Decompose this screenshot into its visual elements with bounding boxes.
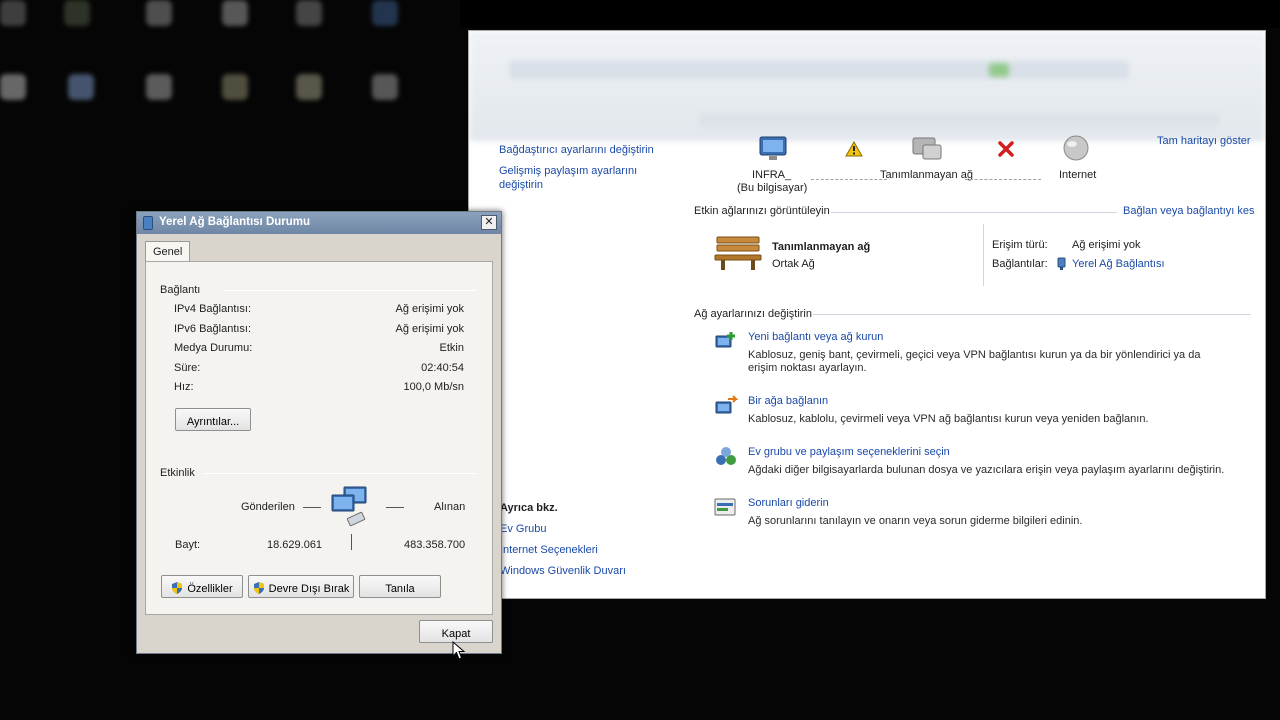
new-connection-link[interactable]: Yeni bağlantı veya ağ kurun (748, 331, 883, 343)
troubleshoot-link[interactable]: Sorunları giderin (748, 497, 829, 509)
ipv6-label: IPv6 Bağlantısı: (174, 323, 252, 335)
desktop-icon (0, 0, 26, 26)
ipv4-value: Ağ erişimi yok (395, 303, 464, 315)
desktop-icon (146, 0, 172, 26)
ipv6-value: Ağ erişimi yok (395, 323, 464, 335)
homegroup-desc: Ağdaki diğer bilgisayarlarda bulunan dos… (748, 464, 1225, 476)
desktop-icon (68, 74, 94, 100)
connect-network-link[interactable]: Bir ağa bağlanın (748, 395, 828, 407)
internet-label: Internet (1059, 169, 1097, 181)
bytes-divider (351, 534, 352, 550)
section-divider (813, 314, 1251, 315)
screen-overlay-band (460, 0, 1280, 28)
active-networks-header: Etkin ağlarınızı görüntüleyin (694, 205, 830, 217)
computer-icon (759, 136, 787, 160)
network-label: Tanımlanmayan ağ (880, 169, 973, 181)
change-adapter-settings-link[interactable]: Bağdaştırıcı ayarlarını değiştirin (499, 144, 654, 156)
homegroup-link[interactable]: Ev grubu ve paylaşım seçeneklerini seçin (748, 446, 950, 458)
close-button[interactable]: Kapat (419, 620, 493, 643)
duration-value: 02:40:54 (421, 362, 464, 374)
media-state-label: Medya Durumu: (174, 342, 253, 354)
network-activity-icon (331, 486, 367, 527)
duration-label: Süre: (174, 362, 201, 374)
uac-shield-icon (172, 582, 183, 594)
dialog-title-bar[interactable]: Yerel Ağ Bağlantısı Durumu (137, 212, 501, 234)
received-line (386, 507, 404, 508)
ipv4-label: IPv4 Bağlantısı: (174, 303, 252, 315)
access-type-label: Erişim türü: (992, 239, 1048, 251)
connections-label: Bağlantılar: (992, 258, 1048, 270)
connect-network-desc: Kablosuz, kablolu, çevirmeli veya VPN ağ… (748, 413, 1149, 425)
received-label: Alınan (434, 501, 466, 513)
new-connection-desc: Kablosuz, geniş bant, çevirmeli, geçici … (748, 349, 1201, 374)
map-connector (811, 179, 887, 181)
access-type-value: Ağ erişimi yok (1072, 239, 1141, 251)
see-also-header: Ayrıca bkz. (500, 502, 558, 514)
desktop-icon (372, 0, 398, 26)
properties-label: Özellikler (187, 583, 233, 595)
homegroup-icon (716, 447, 736, 465)
close-icon[interactable]: ✕ (481, 215, 497, 230)
desktop-icon (64, 0, 90, 26)
advanced-sharing-settings-link-cont[interactable]: değiştirin (499, 179, 543, 191)
tab-general[interactable]: Genel (145, 241, 190, 262)
connection-status-dialog: Yerel Ağ Bağlantısı Durumu ✕ Genel Bağla… (136, 211, 502, 654)
troubleshoot-icon (714, 498, 736, 516)
connection-group-label: Bağlantı (160, 284, 201, 296)
sent-label: Gönderilen (241, 501, 295, 513)
media-state-value: Etkin (439, 342, 464, 354)
advanced-sharing-settings-link[interactable]: Gelişmiş paylaşım ayarlarını (499, 165, 637, 177)
show-full-map-link[interactable]: Tam haritayı göster (1157, 135, 1251, 147)
desktop-icon (296, 0, 322, 26)
dialog-title: Yerel Ağ Bağlantısı Durumu (159, 216, 311, 228)
bytes-sent: 18.629.061 (267, 539, 323, 551)
mouse-cursor-icon (452, 641, 466, 660)
see-also-firewall-link[interactable]: Windows Güvenlik Duvarı (500, 565, 626, 577)
local-area-connection-link[interactable]: Yerel Ağ Bağlantısı (1072, 258, 1165, 270)
section-divider (831, 212, 1117, 213)
general-tab-panel: Bağlantı IPv4 Bağlantısı: Ağ erişimi yok… (145, 261, 493, 615)
diagnose-button[interactable]: Tanıla (359, 575, 441, 598)
sent-line (303, 507, 321, 508)
group-divider (224, 290, 476, 291)
warning-icon (845, 141, 863, 157)
speed-label: Hız: (174, 381, 194, 393)
details-button[interactable]: Ayrıntılar... (175, 408, 251, 431)
computer-sub: (Bu bilgisayar) (737, 182, 808, 194)
internet-globe-icon (1063, 135, 1089, 161)
network-type: Ortak Ağ (772, 258, 815, 270)
connect-disconnect-link[interactable]: Bağlan veya bağlantıyı kes (1123, 205, 1254, 217)
disable-label: Devre Dışı Bırak (268, 583, 350, 595)
ethernet-adapter-icon (1057, 257, 1066, 270)
desktop-icon (372, 74, 398, 100)
see-also-homegroup-link[interactable]: Ev Grubu (500, 523, 546, 535)
vertical-divider (983, 224, 984, 286)
change-settings-header: Ağ ayarlarınızı değiştirin (694, 308, 812, 320)
troubleshoot-desc: Ağ sorunlarını tanılayın ve onarın veya … (748, 515, 1083, 527)
new-connection-icon (715, 332, 735, 348)
see-also-internet-options-link[interactable]: Internet Seçenekleri (500, 544, 598, 556)
speed-value: 100,0 Mb/sn (403, 381, 464, 393)
desktop-icon (0, 74, 26, 100)
group-divider (204, 473, 476, 474)
map-connector (965, 179, 1041, 181)
bytes-received: 483.358.700 (404, 539, 466, 551)
connect-network-icon (715, 395, 738, 414)
uac-shield-icon (253, 582, 264, 594)
desktop-icon (222, 74, 248, 100)
network-adapter-icon (143, 216, 153, 230)
computer-name: INFRA_ (752, 169, 792, 181)
activity-group-label: Etkinlik (160, 467, 195, 479)
disable-button[interactable]: Devre Dışı Bırak (248, 575, 354, 598)
unidentified-network-icon (912, 137, 942, 160)
network-name: Tanımlanmayan ağ (772, 241, 871, 253)
network-sharing-center-window: Bağdaştırıcı ayarlarını değiştirin Geliş… (468, 30, 1266, 599)
desktop-icon (222, 0, 248, 26)
properties-button[interactable]: Özellikler (161, 575, 243, 598)
desktop-icon (146, 74, 172, 100)
disconnected-x-icon (998, 141, 1014, 157)
park-bench-icon (714, 236, 762, 270)
desktop-icon (296, 74, 322, 100)
bytes-label: Bayt: (175, 539, 201, 551)
